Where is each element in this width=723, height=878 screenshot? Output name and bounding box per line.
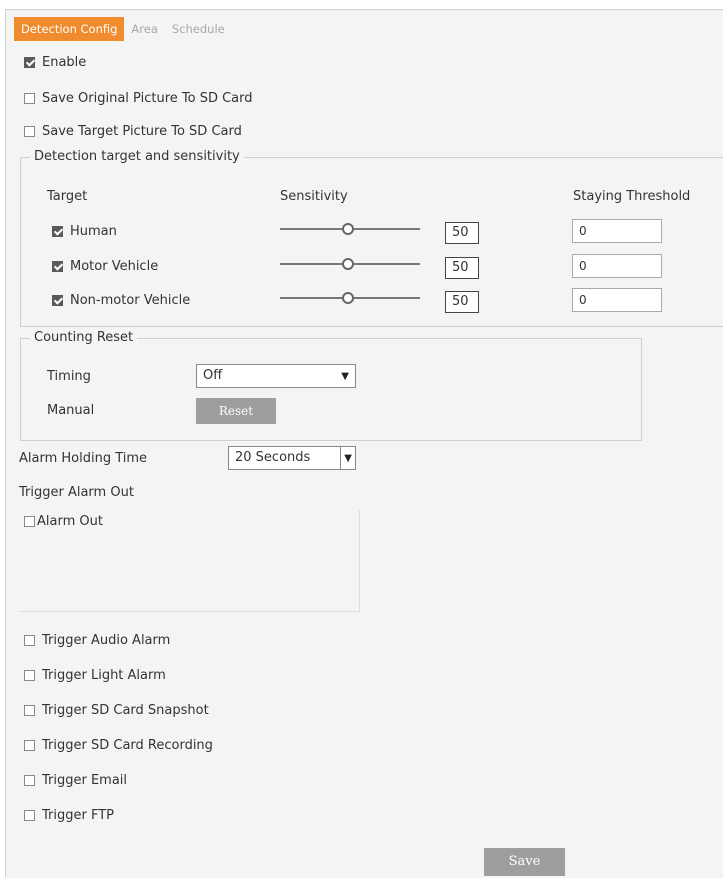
tab-bar: Detection Config Area Schedule: [14, 17, 232, 41]
timing-select[interactable]: Off ▼: [196, 364, 356, 388]
human-threshold-input[interactable]: 0: [572, 219, 662, 243]
alarm-out-checkbox[interactable]: [24, 516, 35, 527]
motor-vehicle-checkbox[interactable]: [52, 261, 63, 272]
alarm-holding-time-label: Alarm Holding Time: [19, 451, 148, 466]
save-original-checkbox[interactable]: [24, 93, 35, 104]
motor-vehicle-threshold-input[interactable]: 0: [572, 254, 662, 278]
alarm-holding-time-value: 20 Seconds: [235, 450, 311, 465]
timing-label: Timing: [47, 369, 91, 384]
alarm-holding-time-select[interactable]: 20 Seconds ▼: [228, 446, 356, 470]
human-sensitivity-value[interactable]: 50: [445, 222, 479, 244]
enable-label: Enable: [42, 55, 87, 70]
non-motor-vehicle-threshold-input[interactable]: 0: [572, 288, 662, 312]
save-target-checkbox[interactable]: [24, 126, 35, 137]
threshold-column-header: Staying Threshold: [573, 189, 691, 204]
enable-checkbox[interactable]: [24, 57, 35, 68]
counting-reset-fieldset: [20, 338, 642, 441]
trigger-sd-recording-label: Trigger SD Card Recording: [42, 738, 213, 753]
top-divider: [5, 9, 723, 10]
tab-detection-config[interactable]: Detection Config: [14, 17, 125, 41]
motor-vehicle-label: Motor Vehicle: [70, 259, 159, 274]
save-button[interactable]: Save: [484, 848, 565, 876]
trigger-sd-recording-checkbox[interactable]: [24, 740, 35, 751]
non-motor-vehicle-checkbox[interactable]: [52, 295, 63, 306]
timing-select-value: Off: [203, 368, 223, 383]
human-slider-handle[interactable]: [342, 223, 354, 235]
reset-button[interactable]: Reset: [196, 398, 276, 424]
human-checkbox[interactable]: [52, 226, 63, 237]
trigger-email-checkbox[interactable]: [24, 775, 35, 786]
alarm-out-label: Alarm Out: [37, 514, 103, 529]
chevron-down-icon: ▼: [344, 453, 352, 464]
detection-legend: Detection target and sensitivity: [30, 149, 244, 164]
save-original-label: Save Original Picture To SD Card: [42, 91, 253, 106]
trigger-alarm-out-label: Trigger Alarm Out: [19, 485, 134, 500]
non-motor-vehicle-label: Non-motor Vehicle: [70, 293, 191, 308]
human-label: Human: [70, 224, 117, 239]
trigger-ftp-label: Trigger FTP: [42, 808, 114, 823]
trigger-audio-alarm-checkbox[interactable]: [24, 635, 35, 646]
motor-vehicle-slider-handle[interactable]: [342, 258, 354, 270]
tab-schedule[interactable]: Schedule: [165, 17, 232, 41]
save-target-label: Save Target Picture To SD Card: [42, 124, 242, 139]
manual-label: Manual: [47, 403, 95, 418]
trigger-sd-snapshot-checkbox[interactable]: [24, 705, 35, 716]
non-motor-vehicle-sensitivity-value[interactable]: 50: [445, 291, 479, 313]
trigger-light-alarm-checkbox[interactable]: [24, 670, 35, 681]
tab-area[interactable]: Area: [124, 17, 164, 41]
target-column-header: Target: [47, 189, 88, 204]
trigger-audio-alarm-label: Trigger Audio Alarm: [42, 633, 171, 648]
non-motor-vehicle-slider-handle[interactable]: [342, 292, 354, 304]
trigger-sd-snapshot-label: Trigger SD Card Snapshot: [42, 703, 209, 718]
trigger-ftp-checkbox[interactable]: [24, 810, 35, 821]
chevron-down-icon: ▼: [341, 371, 349, 382]
motor-vehicle-sensitivity-value[interactable]: 50: [445, 257, 479, 279]
sensitivity-column-header: Sensitivity: [280, 189, 348, 204]
trigger-light-alarm-label: Trigger Light Alarm: [42, 668, 166, 683]
counting-reset-legend: Counting Reset: [30, 330, 138, 345]
trigger-email-label: Trigger Email: [42, 773, 128, 788]
